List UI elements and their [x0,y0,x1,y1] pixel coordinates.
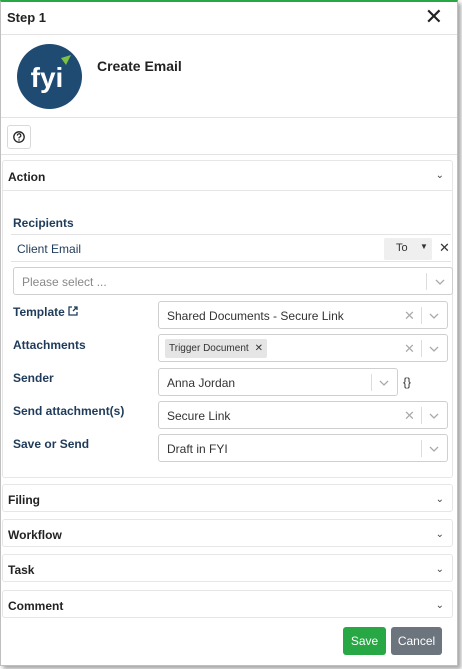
send-attachments-select[interactable]: Secure Link ✕ [158,401,448,429]
close-icon[interactable]: ✕ [425,5,443,29]
template-select[interactable]: Shared Documents - Secure Link ✕ [158,301,448,329]
add-recipient-placeholder: Please select ... [22,275,107,289]
comment-section[interactable]: Comment ⌄ [2,590,453,618]
recipients-label: Recipients [13,216,74,230]
recipient-type-dropdown[interactable]: To ▼ [384,238,432,260]
help-button[interactable] [7,125,31,149]
clear-icon[interactable]: ✕ [404,408,415,424]
chevron-down-icon [379,380,389,386]
chevron-down-icon [435,279,445,285]
external-link-icon[interactable] [68,306,78,316]
recipient-row: Client Email To ▼ ✕ [11,234,451,262]
filing-section[interactable]: Filing ⌄ [2,484,453,512]
sender-value: Anna Jordan [167,376,236,390]
workflow-section[interactable]: Workflow ⌄ [2,519,453,547]
save-or-send-select[interactable]: Draft in FYI [158,434,448,462]
comment-section-header[interactable]: Comment ⌄ [3,591,452,619]
chevron-down-icon [429,313,439,319]
save-or-send-label: Save or Send [13,437,90,451]
step-dialog: Step 1 ✕ fyi Create Email Action ⌄ Recip… [0,0,458,666]
step-toolbar [1,119,457,155]
section-label: Comment [8,599,64,613]
save-or-send-value: Draft in FYI [167,442,228,456]
attachments-label: Attachments [13,338,86,352]
task-section[interactable]: Task ⌄ [2,554,453,582]
send-attachments-value: Secure Link [167,409,231,423]
chevron-down-icon: ⌄ [435,600,444,611]
chevron-down-icon [429,346,439,352]
template-label: Template [13,305,65,319]
sender-label: Sender [13,371,54,385]
dialog-title: Step 1 [7,10,47,25]
remove-tag-icon[interactable]: ✕ [255,343,263,354]
chevron-down-icon: ⌄ [435,564,444,575]
attachment-tag-label: Trigger Document [169,343,249,354]
chevron-down-icon [429,446,439,452]
chevron-down-icon [429,413,439,419]
fyi-logo: fyi [17,44,82,109]
fyi-logo-icon: fyi [31,55,71,93]
remove-recipient-icon[interactable]: ✕ [439,240,450,256]
cancel-button[interactable]: Cancel [391,627,442,655]
workflow-section-header[interactable]: Workflow ⌄ [3,520,452,548]
attachment-tag: Trigger Document ✕ [165,339,268,358]
section-label: Task [8,563,35,577]
step-name: Create Email [97,58,182,74]
clear-icon[interactable]: ✕ [404,341,415,357]
action-section: Action ⌄ Recipients Client Email To ▼ ✕ … [2,160,453,478]
task-section-header[interactable]: Task ⌄ [3,555,452,583]
chevron-down-icon: ⌄ [435,529,444,540]
add-recipient-select[interactable]: Please select ... [13,267,453,295]
chevron-down-icon: ⌄ [435,170,444,181]
step-header: fyi Create Email [1,36,457,118]
action-section-header[interactable]: Action ⌄ [3,161,452,191]
template-value: Shared Documents - Secure Link [167,309,344,323]
attachments-select[interactable]: Trigger Document ✕ ✕ [158,334,448,362]
dialog-titlebar: Step 1 ✕ [1,2,457,35]
caret-down-icon: ▼ [420,242,428,251]
send-attachments-label: Send attachment(s) [13,404,125,418]
section-label: Action [8,170,46,184]
save-button[interactable]: Save [343,627,386,655]
recipient-type-value: To [396,242,408,254]
recipient-name: Client Email [17,242,82,256]
chevron-down-icon: ⌄ [435,494,444,505]
section-label: Filing [8,493,40,507]
logo-text: fyi [31,62,64,93]
section-label: Workflow [8,528,62,542]
clear-icon[interactable]: ✕ [404,308,415,324]
help-icon [13,131,25,143]
merge-field-braces-icon[interactable]: {} [403,375,411,389]
filing-section-header[interactable]: Filing ⌄ [3,485,452,513]
sender-select[interactable]: Anna Jordan [158,368,398,396]
